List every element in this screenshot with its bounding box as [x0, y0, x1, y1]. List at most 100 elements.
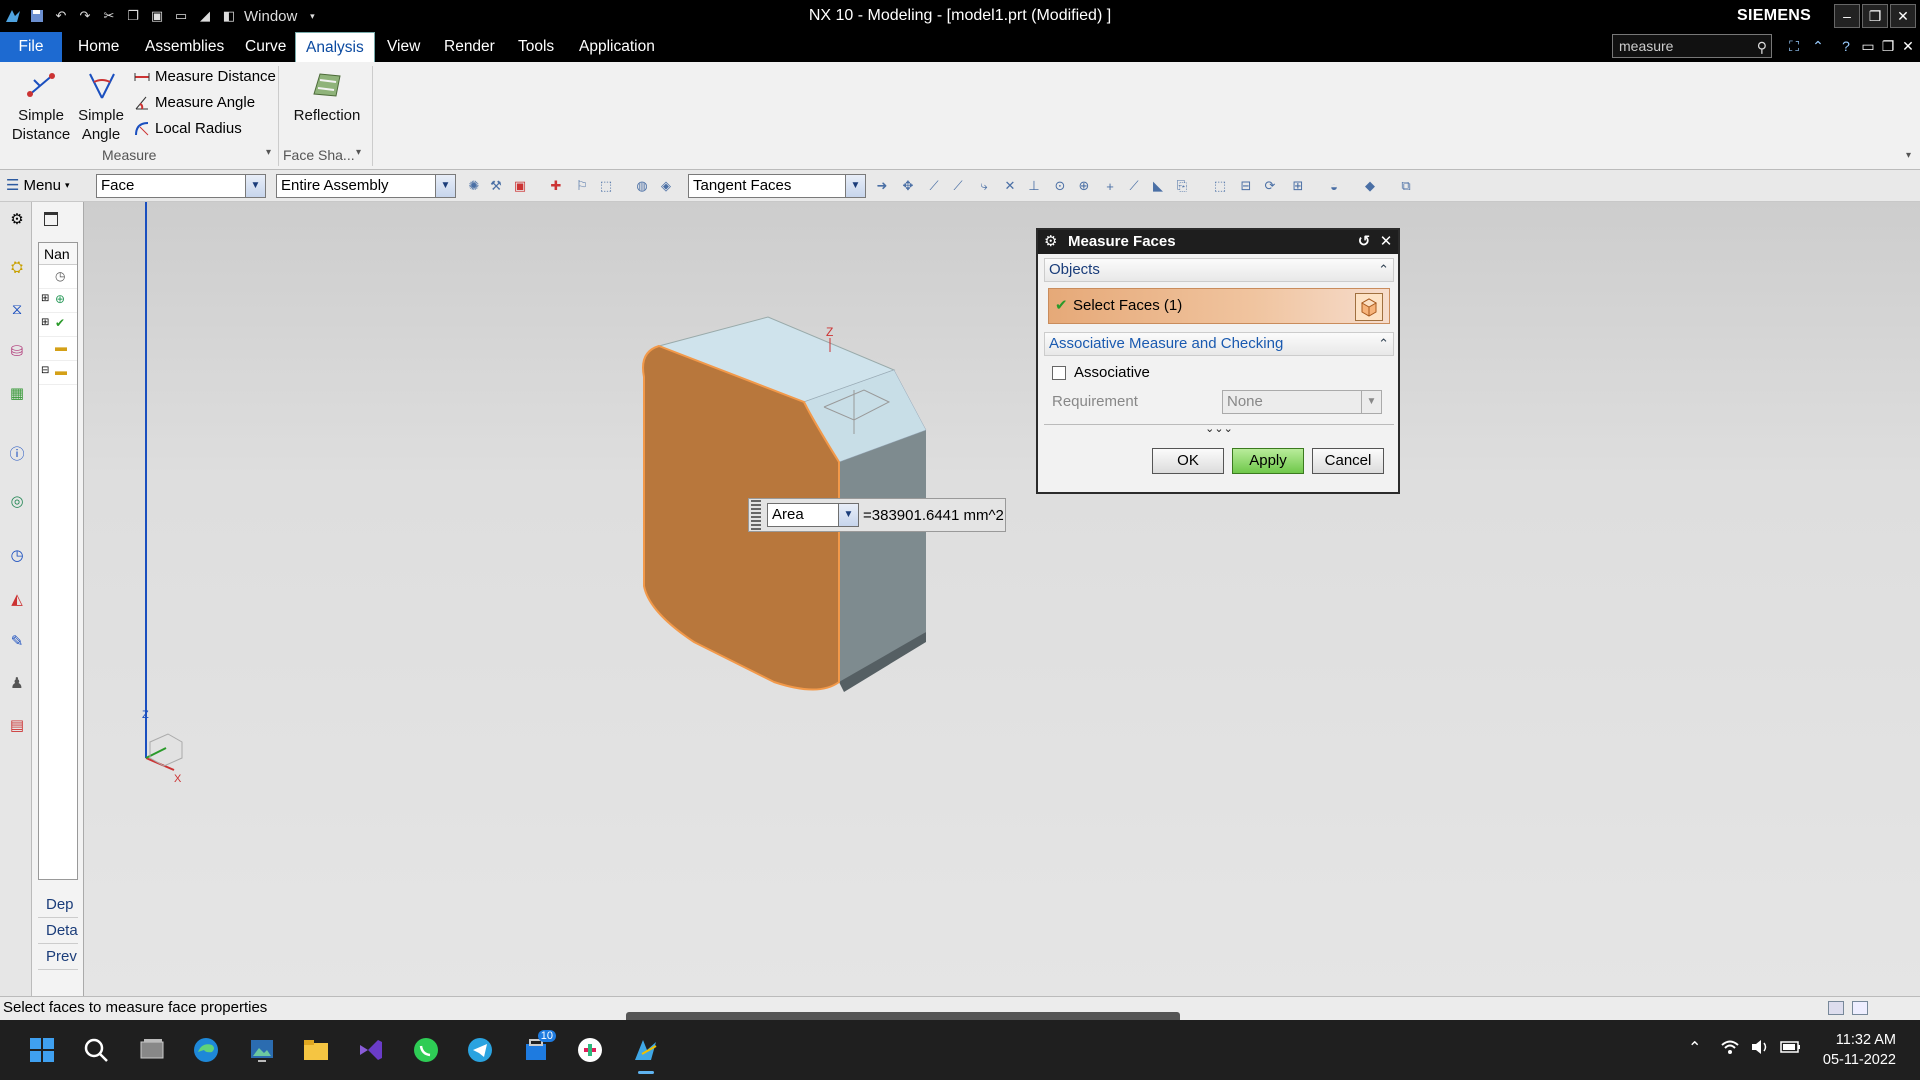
mid-point-icon[interactable]: ⟋: [950, 178, 966, 194]
selection-filter-icon[interactable]: ✺: [466, 178, 482, 194]
roles-icon[interactable]: ♟: [6, 672, 28, 694]
task-view-icon[interactable]: [136, 1034, 168, 1066]
whatsapp-icon[interactable]: [410, 1034, 442, 1066]
select-faces-row[interactable]: ✔ Select Faces (1): [1048, 288, 1390, 324]
doc-restore-icon[interactable]: ❐: [1878, 36, 1898, 56]
tab-home[interactable]: Home: [68, 32, 129, 62]
doc-close-icon[interactable]: ✕: [1898, 36, 1918, 56]
render-style-icon[interactable]: ◒: [1326, 178, 1342, 194]
start-windows-icon[interactable]: [26, 1034, 58, 1066]
edge-browser-icon[interactable]: [190, 1034, 222, 1066]
show-hide-icon[interactable]: ◍: [634, 178, 650, 194]
tree-row[interactable]: ⊞ ✔: [39, 313, 77, 337]
measure-type-select[interactable]: Area ▼: [767, 503, 859, 527]
full-screen-icon[interactable]: ⛶: [1784, 36, 1804, 56]
tab-render[interactable]: Render: [434, 32, 505, 62]
tree-row[interactable]: ⊟ ▬: [39, 361, 77, 385]
doc-minimize-icon[interactable]: ▭: [1858, 36, 1878, 56]
restore-button[interactable]: ❐: [1862, 4, 1888, 28]
measure-distance-button[interactable]: Measure Distance: [134, 66, 276, 88]
tab-tools[interactable]: Tools: [508, 32, 564, 62]
window-menu[interactable]: Window: [244, 8, 297, 25]
details-panel[interactable]: Deta: [38, 918, 78, 944]
system-clock[interactable]: 11:32 AM 05-11-2022: [1823, 1030, 1896, 1070]
telegram-icon[interactable]: [464, 1034, 496, 1066]
slack-icon[interactable]: [574, 1034, 606, 1066]
group-measure-more-icon[interactable]: ▾: [266, 147, 271, 158]
apply-button[interactable]: Apply: [1232, 448, 1304, 474]
expand-icon[interactable]: ⊞: [41, 317, 49, 328]
manufacturing-wizards-icon[interactable]: ✎: [6, 630, 28, 652]
tree-row[interactable]: ◷: [39, 265, 77, 289]
expand-icon[interactable]: ⊟: [41, 365, 49, 376]
point-on-curve-icon[interactable]: +: [1102, 178, 1118, 194]
show-hidden-icons[interactable]: ⌃: [1688, 1038, 1701, 1058]
ok-button[interactable]: OK: [1152, 448, 1224, 474]
body-select-icon[interactable]: ◈: [658, 178, 674, 194]
zoom-icon[interactable]: ⊟: [1238, 178, 1254, 194]
system-scenes-icon[interactable]: ▤: [6, 714, 28, 736]
existing-point-icon[interactable]: ⊕: [1076, 178, 1092, 194]
process-studio-icon[interactable]: ◭: [6, 588, 28, 610]
nx-taskbar-icon[interactable]: [630, 1034, 662, 1074]
part-navigator-icon[interactable]: ⛁: [6, 340, 28, 362]
collapse-ribbon-icon[interactable]: ⌃: [1808, 36, 1828, 56]
measure-angle-button[interactable]: Measure Angle: [134, 92, 255, 114]
navigator-column-header[interactable]: Nan: [39, 243, 77, 265]
face-select-cube-icon[interactable]: [1355, 293, 1383, 321]
simple-distance-button[interactable]: Simple Distance: [8, 66, 74, 144]
help-icon[interactable]: ?: [1836, 36, 1856, 56]
reflection-button[interactable]: Reflection: [286, 66, 368, 125]
dialog-settings-icon[interactable]: ⚙: [1044, 230, 1057, 254]
search-icon[interactable]: ⚲: [1757, 36, 1767, 58]
navigator-restore-icon[interactable]: [44, 212, 58, 226]
point-constructor-icon[interactable]: ⎘: [1174, 178, 1190, 194]
touch-mode-icon[interactable]: ◢: [196, 7, 214, 25]
tab-assemblies[interactable]: Assemblies: [135, 32, 234, 62]
tab-analysis[interactable]: Analysis: [295, 32, 375, 62]
rectangle-select-icon[interactable]: ⬚: [598, 178, 614, 194]
window-dropdown-icon[interactable]: ▾: [303, 7, 321, 25]
copy-icon[interactable]: ❐: [124, 7, 142, 25]
work-layer-icon[interactable]: ◆: [1362, 178, 1378, 194]
group-face-shape-more-icon[interactable]: ▾: [356, 147, 361, 158]
control-point-icon[interactable]: ⤷: [976, 178, 992, 194]
history-icon[interactable]: ◷: [6, 544, 28, 566]
chevron-down-icon[interactable]: ▼: [845, 175, 865, 197]
model-viewport[interactable]: Z Z X: [84, 202, 1920, 996]
tab-curve[interactable]: Curve: [235, 32, 296, 62]
associative-section-header[interactable]: Associative Measure and Checking ⌃: [1044, 332, 1394, 356]
snap-point-icon[interactable]: ✥: [900, 178, 916, 194]
save-icon[interactable]: [28, 7, 46, 25]
point-on-face-icon[interactable]: ⟋: [1126, 178, 1142, 194]
minimize-button[interactable]: –: [1834, 4, 1860, 28]
repeat-command-icon[interactable]: ▭: [172, 7, 190, 25]
cancel-button[interactable]: Cancel: [1312, 448, 1384, 474]
tab-view[interactable]: View: [377, 32, 430, 62]
arc-center-icon[interactable]: ⊥: [1026, 178, 1042, 194]
status-panel-icon[interactable]: [1828, 1001, 1844, 1015]
chevron-down-icon[interactable]: ▼: [838, 504, 858, 526]
orient-view-icon[interactable]: ⊞: [1290, 178, 1306, 194]
dependencies-panel[interactable]: Dep: [38, 892, 78, 918]
visual-studio-icon[interactable]: [354, 1034, 386, 1066]
face-rule-select[interactable]: Tangent Faces ▼: [688, 174, 866, 198]
local-radius-button[interactable]: Local Radius: [134, 118, 242, 140]
selection-scope-select[interactable]: Entire Assembly ▼: [276, 174, 456, 198]
dialog-title-bar[interactable]: ⚙ Measure Faces ↺ ✕: [1038, 230, 1398, 254]
wifi-icon[interactable]: [1720, 1038, 1740, 1061]
expand-more-icon[interactable]: ⌄⌄⌄: [1205, 423, 1233, 435]
paste-icon[interactable]: ▣: [148, 7, 166, 25]
graphics-window[interactable]: Z Z X: [84, 202, 1920, 996]
end-point-icon[interactable]: ⟋: [926, 178, 942, 194]
fit-view-icon[interactable]: ⬚: [1212, 178, 1228, 194]
select-component-icon[interactable]: ⚐: [574, 178, 590, 194]
reuse-library-icon[interactable]: ▦: [6, 382, 28, 404]
rotate-icon[interactable]: ⟳: [1262, 178, 1278, 194]
constraint-navigator-icon[interactable]: ⧖: [6, 298, 28, 320]
chevron-down-icon[interactable]: ▼: [435, 175, 455, 197]
tree-row[interactable]: ⊞ ⊕: [39, 289, 77, 313]
search-icon[interactable]: [80, 1034, 112, 1066]
volume-icon[interactable]: [1750, 1038, 1770, 1061]
tree-row[interactable]: ▬: [39, 337, 77, 361]
